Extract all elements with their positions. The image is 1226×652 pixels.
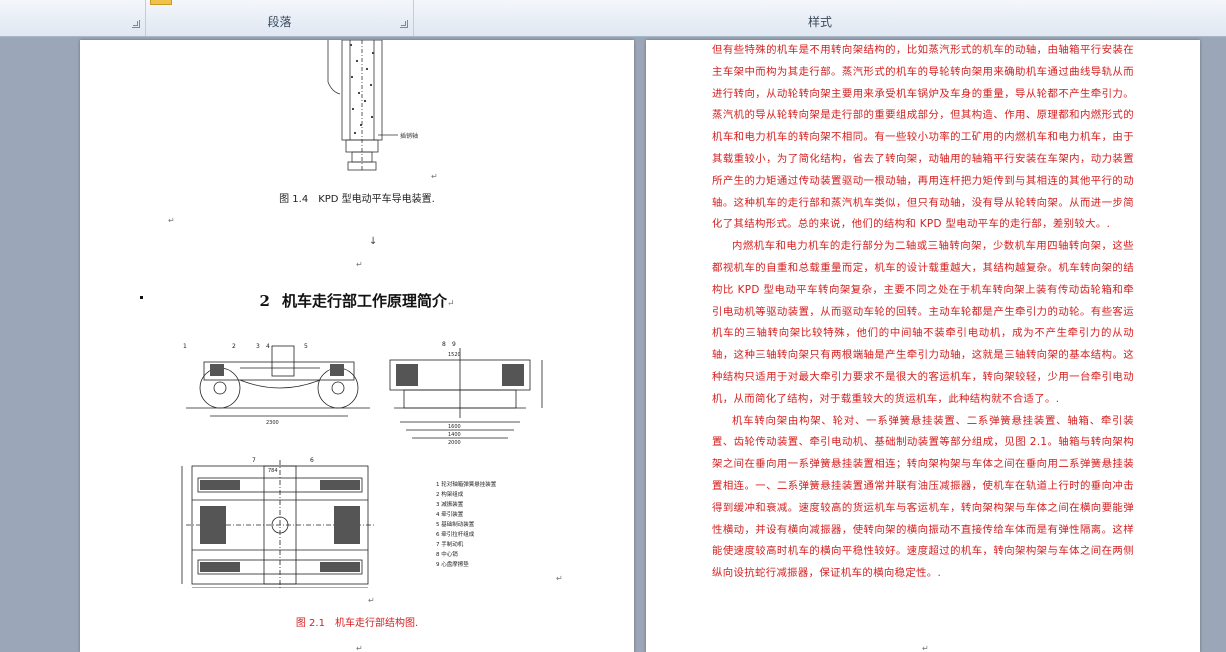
figure-2-1-dimension: 1520 xyxy=(448,352,461,358)
body-text[interactable]: 但有些特殊的机车是不用转向架结构的，比如蒸汽形式的机车的动轴，由轴箱平行安装在主… xyxy=(712,40,1134,585)
figure-2-1-dimension: 1400 xyxy=(448,432,461,438)
figure-2-1-dimension: 2300 xyxy=(266,420,279,426)
paragraph-mark: ↵ xyxy=(368,596,375,605)
figure-2-1-legend-item: 9 心盘摩擦垫 xyxy=(436,560,469,568)
figure-1-4-caption: 图 1.4 KPD 型电动平车导电装置. xyxy=(279,194,435,205)
figure-2-1-callout-number: 3 xyxy=(256,343,260,350)
figure-2-1-legend-item: 3 减振装置 xyxy=(436,500,464,508)
paragraph-mark: ↵ xyxy=(168,216,175,225)
paragraph-mark: ↵ xyxy=(356,644,363,652)
paragraph-2: 内燃机车和电力机车的走行部分为二轴或三轴转向架，少数机车用四轴转向架，这些都视机… xyxy=(712,240,1134,405)
figure-2-1-legend-item: 6 牵引拉杆组成 xyxy=(436,530,475,538)
figure-2-1-legend-item: 5 基础制动装置 xyxy=(436,520,475,528)
paragraph-mark: ↵ xyxy=(431,172,438,181)
document-page-left[interactable]: 插销轴 ↵ 图 1.4 KPD 型电动平车导电装置. ↵ ↓ ↵ 2 机车走行部工… xyxy=(80,40,634,652)
figure-2-1-drawing: 1 2 3 4 5 7 6 8 9 2300 1520 1600 2000 78… xyxy=(181,341,543,588)
figure-2-1-callout-number: 7 xyxy=(252,457,256,464)
document-page-right[interactable]: 但有些特殊的机车是不用转向架结构的，比如蒸汽形式的机车的动轴，由轴箱平行安装在主… xyxy=(646,40,1200,652)
figure-1-4-drawing: 插销轴 xyxy=(327,40,418,171)
ribbon-group-paragraph: 段落 xyxy=(146,0,414,36)
paragraph-mark: ↵ xyxy=(556,574,563,583)
figure-2-1-callout-number: 6 xyxy=(310,457,314,464)
figure-2-1-callout-number: 5 xyxy=(304,343,308,350)
paragraph-dialog-launcher-icon[interactable] xyxy=(400,20,408,28)
figure-2-1-legend-item: 2 构架组成 xyxy=(436,490,464,498)
figure-2-1-legend-item: 8 中心销 xyxy=(436,550,458,558)
figure-2-1-callout-number: 8 xyxy=(442,341,446,348)
paragraph-3: 机车转向架由构架、轮对、一系弹簧悬挂装置、二系弹簧悬挂装置、轴箱、牵引装置、齿轮… xyxy=(712,414,1134,580)
figure-2-1-dimension: 784 xyxy=(268,468,278,474)
section-heading-text: 机车走行部工作原理简介 xyxy=(281,292,447,310)
ribbon-bar: 段落 样式 xyxy=(0,0,1226,37)
figure-2-1-callout-number: 9 xyxy=(452,341,456,348)
figure-2-1-legend-item: 7 手制动机 xyxy=(436,540,464,548)
paragraph-group-label: 段落 xyxy=(267,15,292,29)
figure-2-1-dimension: 1600 xyxy=(448,424,461,430)
font-dialog-launcher-icon[interactable] xyxy=(132,20,140,28)
figure-2-1-callout-number: 2 xyxy=(232,343,236,350)
figure-2-1-callout-number: 1 xyxy=(183,343,187,350)
figure-2-1-dimension: 2000 xyxy=(448,440,461,446)
styles-group-label: 样式 xyxy=(807,15,832,29)
section-heading-number: 2 xyxy=(259,292,270,310)
paragraph-mark: ↵ xyxy=(922,644,929,652)
figure-2-1-legend: 1 轮对轴箱弹簧悬挂装置 2 构架组成 3 减振装置 4 牵引装置 5 基础制动… xyxy=(436,480,497,568)
section-heading: 2 机车走行部工作原理简介↵ xyxy=(259,292,455,310)
figure-2-1-callout-number: 4 xyxy=(266,343,270,350)
figure-2-1-legend-item: 4 牵引装置 xyxy=(436,510,464,518)
figure-1-4-pin-label: 插销轴 xyxy=(400,132,418,140)
ribbon-group-styles: 样式 xyxy=(414,0,1226,36)
figure-2-1-legend-item: 1 轮对轴箱弹簧悬挂装置 xyxy=(436,480,497,488)
figure-2-1-caption: 图 2.1 机车走行部结构图. xyxy=(295,618,419,629)
paragraph-1: 但有些特殊的机车是不用转向架结构的，比如蒸汽形式的机车的动轴，由轴箱平行安装在主… xyxy=(712,44,1134,231)
page-break-arrow-icon: ↓ xyxy=(369,236,378,247)
paragraph-mark: ↵ xyxy=(356,260,363,269)
ribbon-group-font xyxy=(0,0,146,36)
